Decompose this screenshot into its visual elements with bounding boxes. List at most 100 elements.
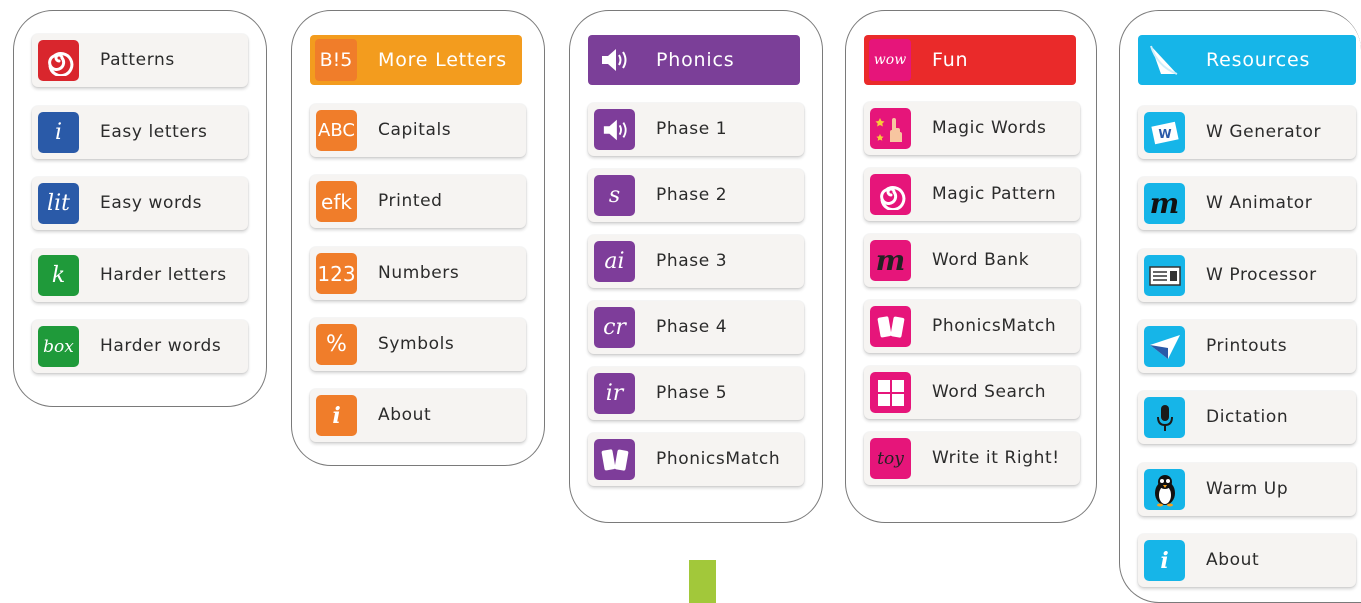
menu-item-label: Easy words <box>100 193 203 213</box>
efk-icon: efk <box>316 181 357 222</box>
panel-more-letters: B!5 More Letters ABC Capitals efk Printe… <box>291 10 545 466</box>
header-more-letters[interactable]: B!5 More Letters <box>310 35 522 85</box>
menu-item-phase-4[interactable]: cr Phase 4 <box>588 301 804 354</box>
menu-item-numbers[interactable]: 123 Numbers <box>310 247 526 300</box>
menu-item-label: Magic Pattern <box>932 184 1057 204</box>
menu-item-label: Word Search <box>932 382 1047 402</box>
menu-item-label: Phase 2 <box>656 185 728 205</box>
menu-item-warm-up[interactable]: Warm Up <box>1138 463 1356 516</box>
menu-item-label: Phase 4 <box>656 317 728 337</box>
cards-icon <box>870 306 911 347</box>
menu-item-label: Word Bank <box>932 250 1030 270</box>
menu-item-w-animator[interactable]: m W Animator <box>1138 177 1356 230</box>
menu-item-phase-1[interactable]: Phase 1 <box>588 103 804 156</box>
menu-item-harder-letters[interactable]: k Harder letters <box>32 249 248 302</box>
speaker-icon <box>594 109 635 150</box>
panel-fun: wow Fun Magic Words Magic Pattern m Word… <box>845 10 1097 523</box>
menu-item-word-bank[interactable]: m Word Bank <box>864 234 1080 287</box>
menu-item-w-generator[interactable]: W W Generator <box>1138 106 1356 159</box>
menu-item-phonicsmatch[interactable]: PhonicsMatch <box>864 300 1080 353</box>
wow-icon: wow <box>869 39 911 81</box>
menu-item-label: About <box>378 405 432 425</box>
menu-item-label: W Processor <box>1206 265 1317 285</box>
menu-item-printed[interactable]: efk Printed <box>310 175 526 228</box>
menu-item-patterns[interactable]: Patterns <box>32 34 248 87</box>
ir-icon: ir <box>594 373 635 414</box>
letter-m-icon: m <box>870 240 911 281</box>
menu-item-phonicsmatch[interactable]: PhonicsMatch <box>588 433 804 486</box>
menu-item-word-search[interactable]: Word Search <box>864 366 1080 419</box>
menu-item-capitals[interactable]: ABC Capitals <box>310 104 526 157</box>
menu-item-dictation[interactable]: Dictation <box>1138 391 1356 444</box>
header-phonics[interactable]: Phonics <box>588 35 800 85</box>
menu-item-label: Phase 1 <box>656 119 728 139</box>
numbers-icon: 123 <box>316 253 357 294</box>
document-icon <box>1144 255 1185 296</box>
menu-item-label: Magic Words <box>932 118 1047 138</box>
header-label: Resources <box>1206 49 1311 71</box>
menu-item-about[interactable]: i About <box>310 389 526 442</box>
menu-item-label: Harder letters <box>100 265 227 285</box>
menu-item-label: W Animator <box>1206 193 1313 213</box>
menu-item-label: W Generator <box>1206 122 1322 142</box>
menu-item-label: Phase 3 <box>656 251 728 271</box>
abc-icon: ABC <box>316 110 357 151</box>
grid-icon <box>870 372 911 413</box>
menu-item-phase-3[interactable]: ai Phase 3 <box>588 235 804 288</box>
menu-item-label: Printouts <box>1206 336 1288 356</box>
toy-icon: toy <box>870 438 911 479</box>
magic-hand-icon <box>870 108 911 149</box>
letter-k-icon: k <box>38 255 79 296</box>
microphone-icon <box>1144 397 1185 438</box>
menu-item-label: PhonicsMatch <box>932 316 1057 336</box>
page-curl-icon <box>1143 39 1185 81</box>
menu-item-label: Printed <box>378 191 443 211</box>
b5-icon: B!5 <box>315 39 357 81</box>
menu-item-phase-5[interactable]: ir Phase 5 <box>588 367 804 420</box>
svg-text:W: W <box>1158 127 1171 141</box>
box-icon: box <box>38 326 79 367</box>
menu-item-w-processor[interactable]: W Processor <box>1138 249 1356 302</box>
header-label: Phonics <box>656 49 735 71</box>
lit-icon: lit <box>38 183 79 224</box>
menu-item-easy-letters[interactable]: i Easy letters <box>32 106 248 159</box>
info-icon: i <box>316 395 357 436</box>
header-fun[interactable]: wow Fun <box>864 35 1076 85</box>
menu-item-label: Easy letters <box>100 122 208 142</box>
menu-item-label: Capitals <box>378 120 452 140</box>
menu-item-label: About <box>1206 550 1260 570</box>
spiral-icon <box>870 174 911 215</box>
cr-icon: cr <box>594 307 635 348</box>
menu-item-label: Dictation <box>1206 407 1289 427</box>
menu-item-label: Numbers <box>378 263 460 283</box>
spiral-icon <box>38 40 79 81</box>
speaker-icon <box>593 39 635 81</box>
panel-basics: Patterns i Easy letters lit Easy words k… <box>13 10 267 407</box>
menu-item-phase-2[interactable]: s Phase 2 <box>588 169 804 222</box>
ai-icon: ai <box>594 241 635 282</box>
menu-item-label: Write it Right! <box>932 448 1060 468</box>
menu-item-magic-words[interactable]: Magic Words <box>864 102 1080 155</box>
menu-item-magic-pattern[interactable]: Magic Pattern <box>864 168 1080 221</box>
header-resources[interactable]: Resources <box>1138 35 1356 85</box>
percent-icon: % <box>316 324 357 365</box>
menu-item-harder-words[interactable]: box Harder words <box>32 320 248 373</box>
menu-item-about[interactable]: i About <box>1138 534 1356 587</box>
menu-item-label: Warm Up <box>1206 479 1289 499</box>
panel-resources: Resources W W Generator m W Animator W P… <box>1119 10 1361 603</box>
menu-item-easy-words[interactable]: lit Easy words <box>32 177 248 230</box>
menu-item-symbols[interactable]: % Symbols <box>310 318 526 371</box>
header-label: More Letters <box>378 49 507 71</box>
menu-item-label: Patterns <box>100 50 175 70</box>
menu-item-printouts[interactable]: Printouts <box>1138 320 1356 373</box>
penguin-icon <box>1144 469 1185 510</box>
menu-item-write-it-right[interactable]: toy Write it Right! <box>864 432 1080 485</box>
menu-item-label: Phase 5 <box>656 383 728 403</box>
w-sheet-icon: W <box>1144 112 1185 153</box>
info-icon: i <box>1144 540 1185 581</box>
letter-i-icon: i <box>38 112 79 153</box>
menu-item-label: PhonicsMatch <box>656 449 781 469</box>
letter-s-icon: s <box>594 175 635 216</box>
menu-item-label: Harder words <box>100 336 222 356</box>
menu-item-label: Symbols <box>378 334 455 354</box>
